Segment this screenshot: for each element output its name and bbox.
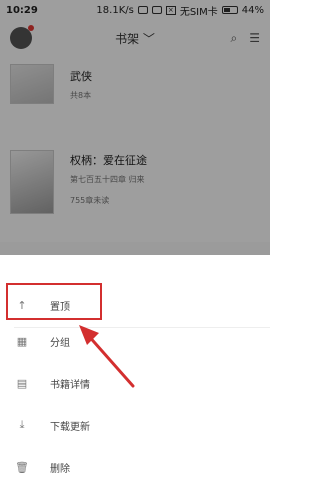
menu-item-delete[interactable]: 🗑 删除 — [0, 445, 270, 480]
menu-item-download-update[interactable]: ⤓ 下载更新 — [0, 403, 270, 447]
highlight-box — [6, 283, 102, 320]
menu-item-label: 删除 — [50, 463, 70, 475]
menu-item-label: 下载更新 — [50, 421, 90, 433]
document-icon: ▤ — [16, 376, 28, 390]
menu-item-label: 分组 — [50, 337, 70, 349]
dim-overlay[interactable] — [0, 0, 270, 255]
trash-icon: 🗑 — [15, 460, 29, 474]
download-icon: ⤓ — [19, 418, 25, 431]
menu-item-group[interactable]: ▦ 分组 — [0, 319, 270, 363]
menu-item-book-details[interactable]: ▤ 书籍详情 — [0, 361, 270, 405]
menu-item-label: 书籍详情 — [50, 379, 90, 391]
grid-icon: ▦ — [16, 334, 28, 348]
app: 10:29 18.1K/s × 无SIM卡 44% 书架 ﹀ ⌕ ☰ 武侠 共8… — [0, 0, 270, 480]
